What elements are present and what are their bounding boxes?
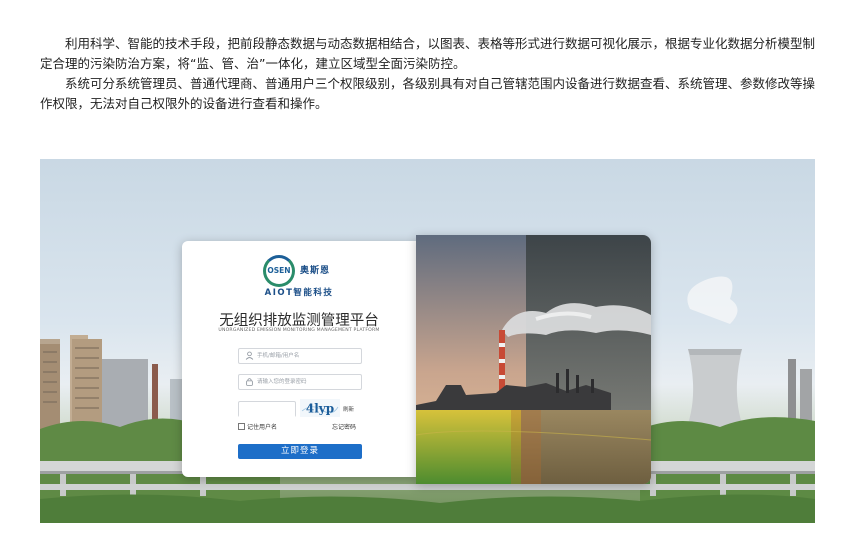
logo-ring-text: OSEN (267, 266, 291, 275)
checkbox-icon (238, 423, 245, 430)
remember-username-checkbox[interactable]: 记住用户名 (238, 422, 277, 431)
user-icon (245, 351, 254, 360)
intro-paragraph-2: 系统可分系统管理员、普通代理商、普通用户三个权限级别，各级别具有对自己管辖范围内… (40, 76, 816, 111)
lock-icon (246, 378, 253, 386)
password-input[interactable] (257, 376, 355, 387)
username-field-wrapper (238, 348, 362, 364)
login-button[interactable]: 立即登录 (238, 444, 362, 459)
login-card: OSEN 奥斯恩 AIOT智能科技 无组织排放监测管理平台 UNORGANIZE… (182, 241, 416, 477)
factory-pollution-illustration (416, 235, 651, 484)
company-logo: OSEN 奥斯恩 AIOT智能科技 (182, 253, 416, 299)
platform-title: 无组织排放监测管理平台 (219, 313, 379, 329)
intro-text: 利用科学、智能的技术手段，把前段静态数据与动态数据相结合，以图表、表格等形式进行… (40, 34, 820, 114)
captcha-image[interactable]: 4lyp (300, 399, 340, 417)
pollution-photo-panel (416, 235, 651, 484)
username-input[interactable] (257, 350, 355, 361)
captcha-input-wrapper (238, 401, 296, 422)
logo-tagline: AIOT智能科技 (264, 288, 334, 298)
logo-ring-icon: OSEN (263, 255, 295, 287)
platform-subtitle: UNORGANIZED EMISSION MONITORING MANAGEME… (218, 328, 380, 333)
captcha-input[interactable] (239, 410, 295, 422)
intro-paragraph-1: 利用科学、智能的技术手段，把前段静态数据与动态数据相结合，以图表、表格等形式进行… (40, 36, 816, 71)
captcha-text: 4lyp (306, 402, 334, 416)
password-field-wrapper (238, 374, 362, 390)
forgot-password-link[interactable]: 忘记密码 (332, 422, 356, 431)
logo-brand-name: 奥斯恩 (300, 266, 331, 276)
remember-username-label: 记住用户名 (247, 424, 278, 431)
captcha-refresh-link[interactable]: 刷新 (343, 405, 354, 413)
